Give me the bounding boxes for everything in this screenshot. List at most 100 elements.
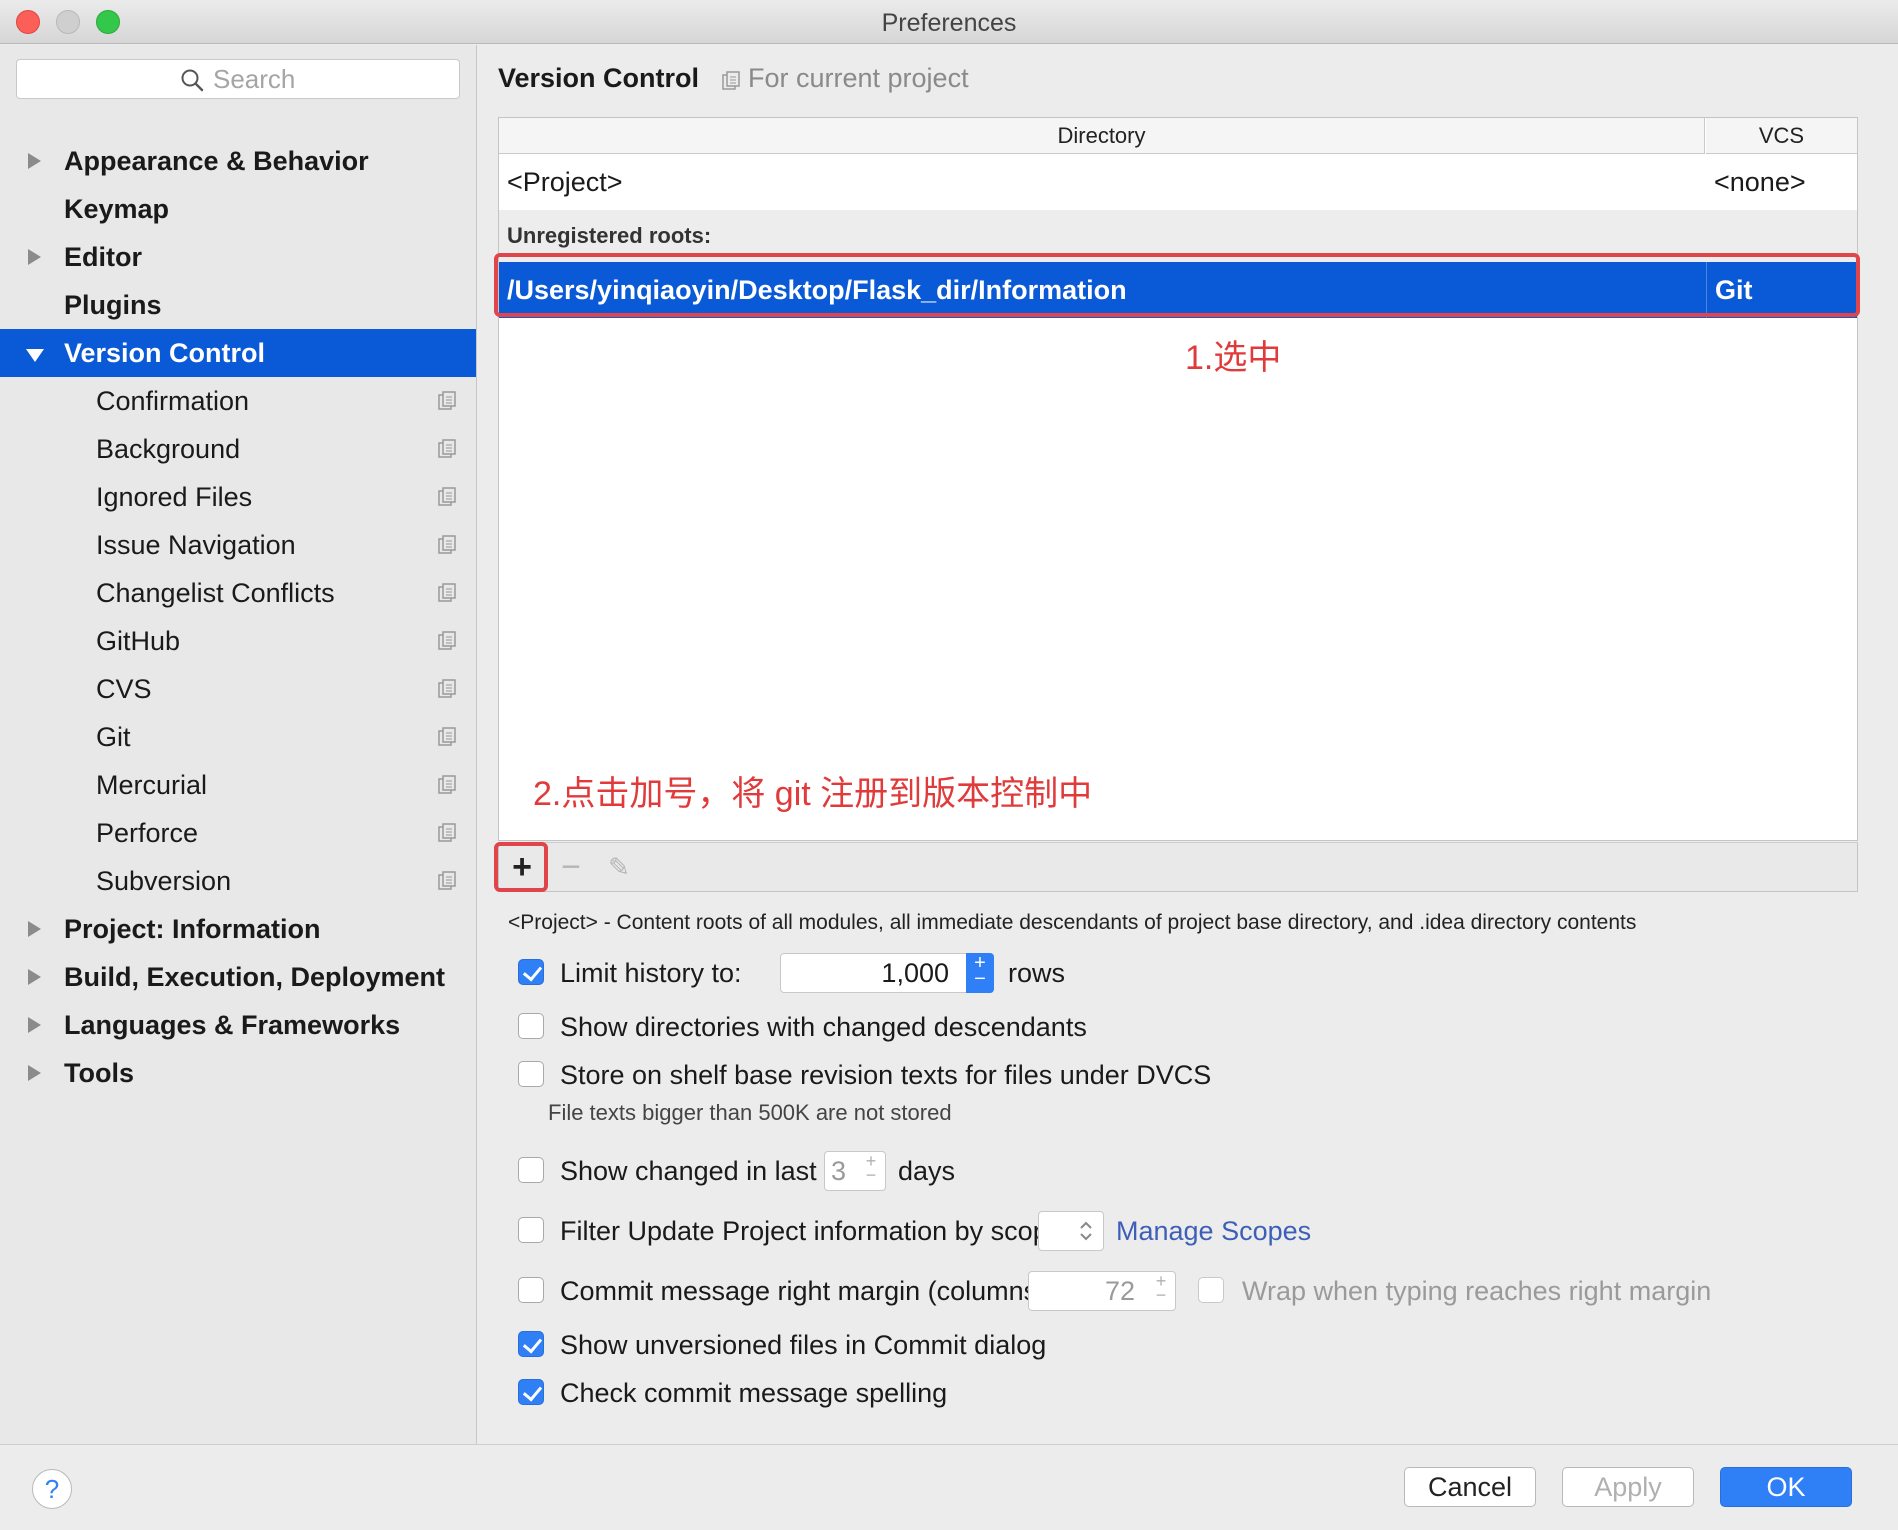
sidebar-item-project-information[interactable]: Project: Information [0,905,476,953]
show-directories-checkbox[interactable] [518,1013,544,1039]
expand-arrow-icon[interactable] [28,921,41,937]
limit-history-unit: rows [1008,958,1066,988]
title-bar: Preferences [0,0,1898,44]
collapse-arrow-icon[interactable] [26,349,44,362]
help-button[interactable]: ? [32,1469,72,1509]
show-changed-checkbox[interactable] [518,1157,544,1183]
settings-sidebar: Appearance & Behavior Keymap Editor Plug… [0,45,477,1444]
store-shelf-checkbox[interactable] [518,1061,544,1087]
commit-margin-checkbox[interactable] [518,1277,544,1303]
store-shelf-option: Store on shelf base revision texts for f… [518,1057,1518,1093]
edit-root-button[interactable]: ✎ [599,847,639,887]
wrap-margin-label: Wrap when typing reaches right margin [1242,1276,1712,1306]
page-title: Version Control [498,63,700,93]
filter-update-label: Filter Update Project information by sco… [560,1216,1063,1246]
show-unversioned-label: Show unversioned files in Commit dialog [560,1330,1047,1360]
vcs-roots-table: Directory VCS <Project> <none> Unregiste… [498,117,1858,841]
column-header-directory[interactable]: Directory [499,118,1705,154]
sidebar-item-cvs[interactable]: CVS [0,665,476,713]
table-toolbar: + − ✎ [498,842,1858,892]
stepper-arrows-icon[interactable]: + − [966,953,994,993]
project-note: <Project> - Content roots of all modules… [508,911,1637,934]
sidebar-item-background[interactable]: Background [0,425,476,473]
sidebar-item-editor[interactable]: Editor [0,233,476,281]
sidebar-item-confirmation[interactable]: Confirmation [0,377,476,425]
sidebar-item-changelist-conflicts[interactable]: Changelist Conflicts [0,569,476,617]
limit-history-label: Limit history to: [560,958,742,988]
cancel-button[interactable]: Cancel [1404,1467,1536,1507]
scope-dropdown[interactable] [1038,1211,1104,1251]
show-directories-option: Show directories with changed descendant… [518,1009,1518,1045]
apply-button[interactable]: Apply [1562,1467,1694,1507]
project-settings-icon [438,679,456,698]
stepper-arrows-icon[interactable]: + − [861,1152,881,1188]
project-settings-icon [438,583,456,602]
search-input[interactable] [213,64,453,94]
sidebar-item-perforce[interactable]: Perforce [0,809,476,857]
commit-margin-value: 72 [1104,1276,1135,1306]
store-shelf-label: Store on shelf base revision texts for f… [560,1060,1212,1090]
sidebar-item-plugins[interactable]: Plugins [0,281,476,329]
dialog-footer: ? Cancel Apply OK [0,1444,1898,1530]
vcs-cell[interactable]: <none> [1714,154,1806,210]
directory-cell: <Project> [507,167,623,197]
project-settings-icon [438,439,456,458]
sidebar-item-languages-frameworks[interactable]: Languages & Frameworks [0,1001,476,1049]
commit-margin-label: Commit message right margin (columns): [560,1276,1054,1306]
filter-update-option: Filter Update Project information by sco… [518,1211,1518,1251]
project-settings-icon [438,391,456,410]
sidebar-item-version-control[interactable]: Version Control [0,329,476,377]
column-header-vcs[interactable]: VCS [1706,118,1857,154]
show-unversioned-option: Show unversioned files in Commit dialog [518,1327,1518,1363]
expand-arrow-icon[interactable] [28,1065,41,1081]
sidebar-item-keymap[interactable]: Keymap [0,185,476,233]
check-spelling-checkbox[interactable] [518,1379,544,1405]
commit-margin-option: Commit message right margin (columns): 7… [518,1271,1878,1311]
sidebar-item-ignored-files[interactable]: Ignored Files [0,473,476,521]
limit-history-checkbox[interactable] [518,959,544,985]
limit-history-stepper[interactable]: 1,000 + − [780,953,994,993]
limit-history-option: Limit history to: 1,000 + − rows [518,953,1518,993]
store-shelf-helper: File texts bigger than 500K are not stor… [548,1100,952,1125]
highlight-box-add-button [494,842,548,892]
show-changed-option: Show changed in last 3 + − days [518,1151,1518,1191]
settings-content: Version Control For current project Dire… [478,45,1898,1444]
search-field[interactable] [16,59,460,99]
manage-scopes-link[interactable]: Manage Scopes [1116,1213,1311,1249]
filter-update-checkbox[interactable] [518,1217,544,1243]
annotation-step2: 2.点击加号，将 git 注册到版本控制中 [533,775,1093,813]
check-spelling-label: Check commit message spelling [560,1378,948,1408]
expand-arrow-icon[interactable] [28,249,41,265]
sidebar-item-tools[interactable]: Tools [0,1049,476,1097]
limit-history-value: 1,000 [881,958,949,988]
show-directories-label: Show directories with changed descendant… [560,1012,1087,1042]
stepper-arrows-icon[interactable]: + − [1151,1272,1171,1308]
sidebar-item-issue-navigation[interactable]: Issue Navigation [0,521,476,569]
expand-arrow-icon[interactable] [28,153,41,169]
sidebar-item-mercurial[interactable]: Mercurial [0,761,476,809]
remove-root-button[interactable]: − [551,847,591,887]
show-changed-label: Show changed in last [560,1156,817,1186]
expand-arrow-icon[interactable] [28,1017,41,1033]
show-unversioned-checkbox[interactable] [518,1331,544,1357]
show-changed-value: 3 [831,1156,847,1186]
project-settings-icon [438,631,456,650]
table-row[interactable]: <Project> <none> [499,154,1857,210]
project-settings-icon [438,727,456,746]
project-settings-icon [438,535,456,554]
commit-margin-stepper[interactable]: 72 + − [1028,1271,1176,1311]
project-settings-icon [438,823,456,842]
project-settings-icon [722,71,740,90]
chevron-updown-icon [1080,1221,1092,1241]
project-settings-icon [438,871,456,890]
ok-button[interactable]: OK [1720,1467,1852,1507]
sidebar-item-appearance-behavior[interactable]: Appearance & Behavior [0,137,476,185]
sidebar-item-subversion[interactable]: Subversion [0,857,476,905]
annotation-step1: 1.选中 [1185,339,1282,377]
sidebar-item-git[interactable]: Git [0,713,476,761]
expand-arrow-icon[interactable] [28,969,41,985]
sidebar-item-build-execution-deployment[interactable]: Build, Execution, Deployment [0,953,476,1001]
show-changed-stepper[interactable]: 3 + − [824,1151,886,1191]
wrap-margin-checkbox[interactable] [1198,1277,1224,1303]
sidebar-item-github[interactable]: GitHub [0,617,476,665]
